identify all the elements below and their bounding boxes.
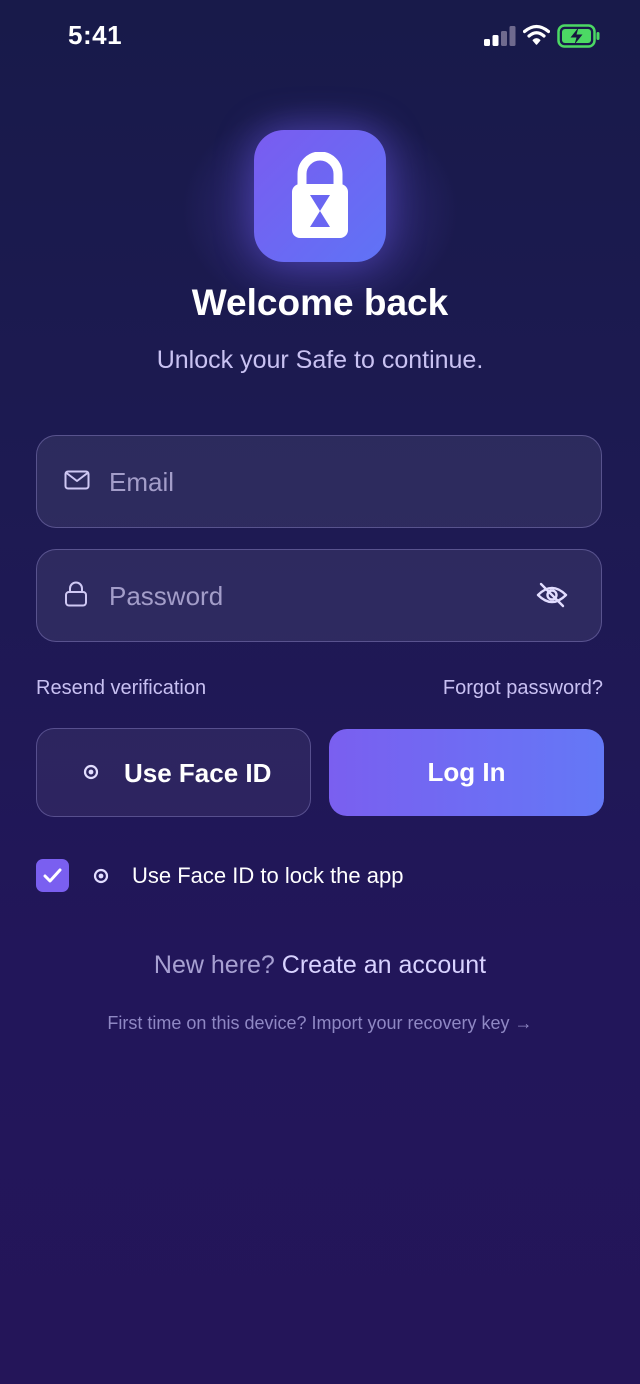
create-account-link[interactable]: Create an account xyxy=(282,951,486,979)
mail-icon xyxy=(64,470,90,490)
use-face-id-label: Use Face ID xyxy=(124,758,272,788)
password-field[interactable] xyxy=(36,549,602,642)
wifi-icon xyxy=(523,24,550,45)
signup-row: New here? Create an account xyxy=(0,951,640,980)
eye-off-icon[interactable] xyxy=(535,580,569,610)
password-input[interactable] xyxy=(109,574,509,618)
lock-app-checkbox[interactable] xyxy=(36,859,69,892)
app-logo xyxy=(254,130,386,262)
email-input[interactable] xyxy=(109,460,509,504)
page-subtitle: Unlock your Safe to continue. xyxy=(156,346,484,374)
page-title: Welcome back xyxy=(191,282,449,323)
import-recovery-key-link[interactable]: First time on this device? Import your r… xyxy=(0,1013,640,1034)
padlock-hourglass-icon xyxy=(292,152,348,238)
face-id-icon xyxy=(83,764,99,780)
signup-prefix: New here? xyxy=(153,951,282,979)
log-in-button[interactable]: Log In xyxy=(329,729,604,816)
status-bar: 5:41 xyxy=(0,0,640,72)
use-face-id-button[interactable]: Use Face ID xyxy=(36,728,311,817)
lock-icon xyxy=(65,581,87,607)
checkmark-icon xyxy=(43,868,62,883)
face-id-icon xyxy=(93,868,109,884)
forgot-password-link[interactable]: Forgot password? xyxy=(443,677,603,700)
login-screen: 5:41 Welcome back Unlock your Safe to co… xyxy=(0,0,640,1384)
resend-verification-link[interactable]: Resend verification xyxy=(36,677,206,700)
cellular-signal-icon xyxy=(484,26,516,46)
email-field[interactable] xyxy=(36,435,602,528)
battery-charging-icon xyxy=(557,24,600,48)
status-time: 5:41 xyxy=(68,20,123,50)
lock-app-label: Use Face ID to lock the app xyxy=(132,863,404,888)
